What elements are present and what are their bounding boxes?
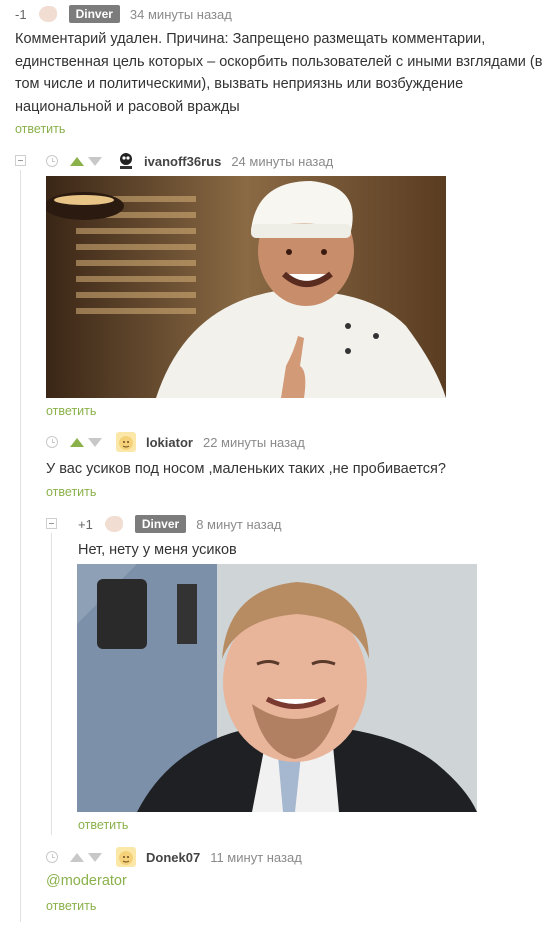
downvote-arrow-icon[interactable]	[88, 156, 102, 166]
upvote-arrow-icon[interactable]	[70, 852, 84, 862]
comment-header: ivanoff36rus 24 минуты назад	[46, 151, 333, 171]
reply-link[interactable]: ответить	[46, 899, 96, 913]
comment-time: 24 минуты назад	[231, 153, 334, 169]
collapse-icon[interactable]	[15, 155, 26, 166]
reply-link[interactable]: ответить	[78, 818, 128, 832]
thread-line	[51, 533, 52, 835]
comment-text: У вас усиков под носом ,маленьких таких …	[46, 461, 446, 477]
upvote-arrow-icon[interactable]	[70, 156, 84, 166]
avatar[interactable]	[116, 151, 136, 171]
collapse-icon[interactable]	[46, 518, 57, 529]
comment-time: 22 минуты назад	[202, 434, 305, 450]
mention-link[interactable]: @moderator	[46, 873, 127, 889]
comment-rating: -1	[15, 6, 27, 22]
comment-header: Donek07 11 минут назад	[46, 847, 302, 867]
upvote-arrow-icon[interactable]	[70, 437, 84, 447]
avatar[interactable]	[116, 432, 136, 452]
comment-header: lokiator 22 минуты назад	[46, 432, 305, 452]
thread-line	[20, 170, 21, 922]
username[interactable]: ivanoff36rus	[144, 154, 221, 169]
clock-icon	[46, 436, 58, 448]
username[interactable]: Donek07	[146, 850, 200, 865]
reply-link[interactable]: ответить	[15, 122, 65, 136]
comment-rating: +1	[78, 516, 93, 532]
comment-image	[46, 176, 446, 398]
comment-time: 11 минут назад	[210, 849, 302, 865]
avatar[interactable]	[104, 516, 123, 532]
comment-text: Нет, нету у меня усиков	[78, 542, 237, 558]
comment-header: +1 Dinver 8 минут назад	[78, 514, 282, 534]
downvote-arrow-icon[interactable]	[88, 437, 102, 447]
comment-time: 8 минут назад	[196, 516, 282, 532]
username-badge[interactable]: Dinver	[134, 515, 187, 533]
comment-time: 34 минуты назад	[129, 6, 232, 22]
clock-icon	[46, 851, 58, 863]
downvote-arrow-icon[interactable]	[88, 852, 102, 862]
avatar[interactable]	[116, 847, 136, 867]
reply-link[interactable]: ответить	[46, 485, 96, 499]
username-badge[interactable]: Dinver	[68, 5, 120, 23]
clock-icon	[46, 155, 58, 167]
comment-text: Комментарий удален. Причина: Запрещено р…	[15, 31, 543, 115]
username[interactable]: lokiator	[146, 435, 193, 450]
comment-header: -1 Dinver 34 минуты назад	[15, 5, 232, 23]
comment-image	[77, 564, 477, 812]
avatar[interactable]	[38, 6, 57, 22]
reply-link[interactable]: ответить	[46, 404, 96, 418]
